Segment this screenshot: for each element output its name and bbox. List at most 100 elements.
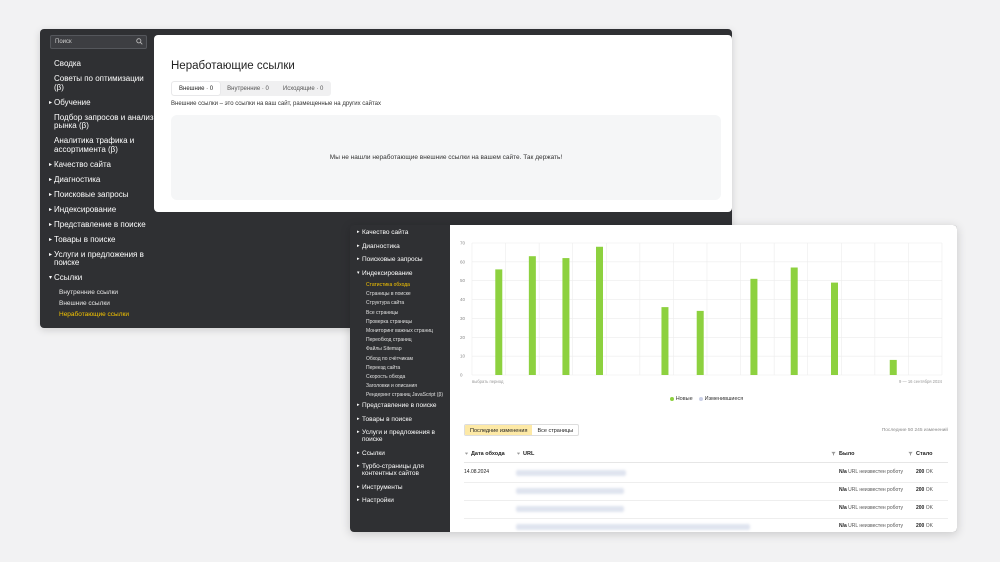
sidebar-item[interactable]: Услуги и предложения в поиске — [40, 250, 154, 268]
link-type-tabs: Внешние · 0 Внутренние · 0 Исходящие · 0 — [171, 81, 332, 96]
sidebar-item[interactable]: Рендеринг страниц JavaScript (β) — [350, 393, 450, 399]
chart-bar — [562, 258, 570, 375]
y-tick-label: 60 — [460, 259, 466, 264]
url-redacted[interactable] — [516, 506, 624, 512]
sidebar-item[interactable]: Турбо-страницы для контентных сайтов — [350, 463, 450, 477]
y-tick-label: 50 — [460, 278, 466, 283]
sidebar-item[interactable]: Внутренние ссылки — [40, 289, 154, 296]
sidebar-item[interactable]: Неработающие ссылки — [40, 311, 154, 318]
webmaster-window-crawl-stats: Качество сайта Диагностика Поисковые запро… — [350, 225, 957, 532]
chart-bar — [889, 359, 897, 375]
sidebar-item[interactable]: Представление в поиске — [40, 220, 154, 230]
sidebar-item[interactable]: Скорость обхода — [350, 374, 450, 381]
sidebar-item[interactable]: Страницы в поиске — [350, 292, 450, 298]
filter-icon[interactable] — [831, 451, 836, 456]
tab-link-type[interactable]: Внешние · 0 — [172, 82, 221, 95]
changes-tabs: Последние изменения Все страницы — [464, 424, 580, 436]
sidebar-item[interactable]: Индексирование — [40, 205, 154, 215]
sidebar-item[interactable]: Статистика обхода — [350, 282, 450, 289]
sidebar-item[interactable]: Заголовки и описания — [350, 383, 450, 390]
sidebar-item[interactable]: Сводка — [40, 59, 154, 69]
col-was[interactable]: Было — [839, 451, 854, 457]
sidebar: Качество сайта Диагностика Поисковые запро… — [350, 225, 450, 532]
url-redacted[interactable] — [516, 524, 750, 530]
legend-label: Изменившиеся — [704, 396, 744, 402]
sidebar-item[interactable]: Аналитика трафика и ассортимента (β) — [40, 136, 154, 154]
tab-link-type[interactable]: Внутренние · 0 — [220, 82, 276, 95]
empty-state: Мы не нашли неработающие внешние ссылки … — [171, 115, 721, 200]
sidebar-item[interactable]: Товары в поиске — [40, 235, 154, 245]
total-note: Последние 50 245 изменений — [881, 428, 948, 433]
sidebar-item[interactable]: Структура сайта — [350, 301, 450, 307]
sidebar-item[interactable]: Подбор запросов и анализ рынка (β) — [40, 113, 154, 131]
sidebar-item[interactable]: Индексирование — [350, 270, 450, 277]
was-code: N/a — [839, 469, 847, 475]
cell-was: N/a URL неизвестен роботу — [839, 469, 903, 475]
sidebar-item[interactable]: Мониторинг важных страниц — [350, 328, 450, 335]
was-text: URL неизвестен роботу — [848, 469, 903, 475]
cell-now: 200 OK — [916, 469, 933, 475]
sidebar-item[interactable]: Диагностика — [350, 243, 450, 250]
sidebar-item[interactable]: Настройки — [350, 497, 450, 504]
sidebar-item[interactable]: Инструменты — [350, 484, 450, 491]
url-redacted[interactable] — [516, 488, 624, 494]
was-code: N/a — [839, 487, 847, 493]
table-row[interactable]: 14.08.2024 N/a URL неизвестен роботу 200 O… — [464, 465, 948, 483]
sort-icon[interactable] — [464, 451, 469, 456]
sidebar: Поиск Сводка Советы по оптимизации (β) Обу… — [40, 29, 154, 328]
sidebar-item[interactable]: Обучение — [40, 98, 154, 108]
chart-bar — [495, 269, 503, 375]
search-icon[interactable] — [136, 38, 143, 45]
sidebar-item[interactable]: Ссылки — [350, 450, 450, 457]
crawl-chart: 0 10 20 30 40 50 60 70 выбрать период 9 — 16 сент… — [460, 241, 943, 385]
sidebar-item[interactable]: Внешние ссылки — [40, 300, 154, 307]
now-code: 200 — [916, 505, 925, 511]
tab-link-type[interactable]: Исходящие · 0 — [276, 82, 331, 95]
chart-legend: Новые Изменившиеся — [450, 396, 957, 402]
sidebar-item[interactable]: Товары в поиске — [350, 416, 450, 423]
y-tick-label: 20 — [460, 335, 466, 340]
sidebar-item[interactable]: Поисковые запросы — [350, 256, 450, 263]
search-input[interactable]: Поиск — [50, 35, 147, 49]
sidebar-item[interactable]: Проверка страницы — [350, 319, 450, 326]
sort-icon[interactable] — [516, 451, 521, 456]
sidebar-item[interactable]: Переобход страниц — [350, 338, 450, 344]
sidebar-item[interactable]: Ссылки — [40, 273, 154, 283]
cell-was: N/a URL неизвестен роботу — [839, 523, 903, 529]
sidebar-item[interactable]: Файлы Sitemap — [350, 347, 450, 353]
tab-changes[interactable]: Последние изменения — [465, 425, 533, 435]
col-now[interactable]: Стало — [916, 451, 933, 457]
col-date[interactable]: Дата обхода — [471, 451, 505, 457]
table-header: Дата обхода URL Было Стало — [464, 449, 948, 463]
was-text: URL неизвестен роботу — [848, 523, 903, 529]
x-axis-left-label: выбрать период — [472, 379, 504, 384]
sidebar-item[interactable]: Услуги и предложения в поиске — [350, 429, 450, 443]
y-tick-label: 70 — [460, 241, 466, 246]
y-tick-label: 40 — [460, 297, 466, 302]
now-code: 200 — [916, 523, 925, 529]
sidebar-item[interactable]: Все страницы — [350, 310, 450, 317]
sidebar-item[interactable]: Советы по оптимизации (β) — [40, 74, 154, 92]
page-title: Неработающие ссылки — [171, 60, 295, 72]
sidebar-item[interactable]: Поисковые запросы — [40, 190, 154, 200]
tab-changes[interactable]: Все страницы — [532, 425, 578, 435]
sidebar-item[interactable]: Диагностика — [40, 175, 154, 185]
x-axis-right-label: 9 — 16 сентября 2024 — [899, 379, 943, 384]
sidebar-item[interactable]: Представление в поиске — [350, 402, 450, 409]
sidebar-item[interactable]: Переезд сайта — [350, 365, 450, 372]
table-row[interactable]: N/a URL неизвестен роботу 200 OK — [464, 483, 948, 501]
sidebar-item[interactable]: Качество сайта — [350, 229, 450, 236]
url-redacted[interactable] — [516, 470, 626, 476]
table-row[interactable]: N/a URL неизвестен роботу 200 OK — [464, 501, 948, 519]
was-code: N/a — [839, 523, 847, 529]
legend-swatch — [669, 396, 674, 401]
chart-bar — [528, 256, 536, 375]
sidebar-item[interactable]: Обход по счётчикам — [350, 356, 450, 363]
filter-icon[interactable] — [908, 451, 913, 456]
now-text: OK — [925, 487, 933, 493]
col-url[interactable]: URL — [523, 451, 534, 457]
table-row[interactable]: N/a URL неизвестен роботу 200 OK — [464, 519, 948, 532]
sidebar-item[interactable]: Качество сайта — [40, 160, 154, 170]
cell-date: 14.08.2024 — [464, 469, 490, 475]
main-panel: Неработающие ссылки Внешние · 0 Внутренни… — [154, 35, 732, 212]
